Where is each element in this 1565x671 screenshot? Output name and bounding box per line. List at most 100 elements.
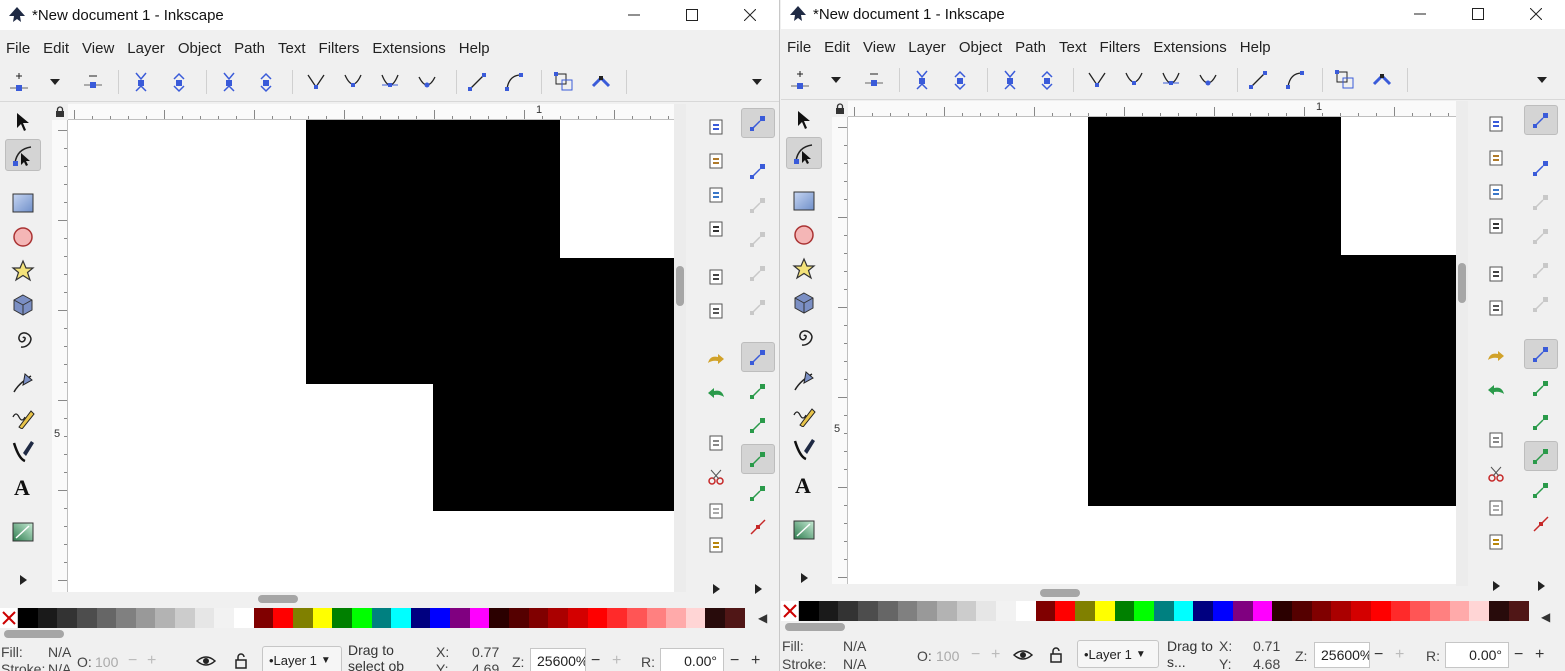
- segment-line-icon[interactable]: [466, 71, 488, 93]
- snap-path-icon[interactable]: [741, 376, 775, 406]
- color-swatch[interactable]: [1489, 601, 1509, 621]
- pencil-icon[interactable]: [5, 401, 41, 433]
- palette-scrollbar[interactable]: [0, 629, 760, 639]
- node-smooth-icon[interactable]: [342, 71, 364, 93]
- snap-path-icon[interactable]: [1524, 373, 1558, 403]
- horizontal-scroll-thumb[interactable]: [1040, 589, 1080, 597]
- redo-icon[interactable]: [703, 382, 729, 408]
- ellipse-icon[interactable]: [786, 219, 822, 251]
- shape-right[interactable]: [1338, 255, 1456, 506]
- layer-selector[interactable]: •Layer 1 ▼: [1077, 640, 1159, 668]
- color-swatch[interactable]: [37, 608, 58, 628]
- color-swatch[interactable]: [1015, 601, 1036, 621]
- undo-icon[interactable]: [1483, 345, 1509, 371]
- menu-help[interactable]: Help: [1234, 39, 1278, 56]
- snapbar-overflow-icon[interactable]: [1524, 571, 1558, 601]
- menu-extensions[interactable]: Extensions: [366, 40, 452, 57]
- copy-icon[interactable]: [1483, 427, 1509, 453]
- color-swatch[interactable]: [214, 608, 235, 628]
- color-swatch[interactable]: [234, 608, 254, 628]
- gradient-icon[interactable]: [786, 514, 822, 546]
- snap-bbox-midpoint-icon[interactable]: [741, 258, 775, 288]
- object-to-path-icon[interactable]: [1334, 69, 1356, 91]
- redo-icon[interactable]: [1483, 379, 1509, 405]
- break-path-icon[interactable]: [949, 69, 971, 91]
- node-symmetric-icon[interactable]: [379, 71, 401, 93]
- color-swatch[interactable]: [685, 608, 706, 628]
- color-swatch[interactable]: [450, 608, 470, 628]
- snap-bbox-edge-icon[interactable]: [1524, 187, 1558, 217]
- minimize-button[interactable]: [605, 0, 663, 30]
- snap-cusp-node-icon[interactable]: [741, 444, 775, 474]
- vertical-scrollbar[interactable]: [674, 104, 686, 592]
- menu-layer[interactable]: Layer: [121, 40, 172, 57]
- star-icon[interactable]: [786, 253, 822, 285]
- opacity-increment-button[interactable]: +: [147, 652, 156, 670]
- color-swatch[interactable]: [607, 608, 627, 628]
- rotation-decrement-button[interactable]: −: [1514, 646, 1523, 664]
- selector-icon[interactable]: [5, 106, 41, 138]
- horizontal-scrollbar[interactable]: [848, 586, 1456, 600]
- color-swatch[interactable]: [430, 608, 451, 628]
- snapbar-overflow-icon[interactable]: [741, 574, 775, 604]
- color-swatch[interactable]: [799, 601, 819, 621]
- node-auto-icon[interactable]: [416, 71, 438, 93]
- join-segment-icon[interactable]: [218, 71, 240, 93]
- import-icon[interactable]: [703, 264, 729, 290]
- toolbox-overflow-icon[interactable]: [5, 568, 41, 592]
- node-cusp-icon[interactable]: [1086, 69, 1108, 91]
- node-smooth-icon[interactable]: [1123, 69, 1145, 91]
- shape-top[interactable]: [1088, 117, 1341, 506]
- color-swatch[interactable]: [1430, 601, 1450, 621]
- color-swatch[interactable]: [469, 608, 490, 628]
- star-icon[interactable]: [5, 255, 41, 287]
- new-document-icon[interactable]: [1483, 111, 1509, 137]
- sidebar-overflow-icon[interactable]: [703, 576, 729, 602]
- snap-smooth-node-icon[interactable]: [741, 478, 775, 508]
- menu-text[interactable]: Text: [1053, 39, 1094, 56]
- stroke-value[interactable]: N/A: [48, 661, 71, 671]
- color-swatch[interactable]: [273, 608, 293, 628]
- ellipse-icon[interactable]: [5, 221, 41, 253]
- toolbar-overflow-icon[interactable]: [1531, 69, 1553, 91]
- color-swatch[interactable]: [18, 608, 38, 628]
- drawing-canvas[interactable]: [68, 120, 674, 592]
- color-swatch[interactable]: [391, 608, 411, 628]
- node-auto-icon[interactable]: [1197, 69, 1219, 91]
- color-swatch[interactable]: [858, 601, 878, 621]
- zoom-decrement-button[interactable]: −: [591, 652, 600, 670]
- maximize-button[interactable]: [663, 0, 721, 30]
- color-swatch[interactable]: [1311, 601, 1332, 621]
- snap-bbox-icon[interactable]: [1524, 153, 1558, 183]
- menu-layer[interactable]: Layer: [902, 39, 953, 56]
- palette-scroll-thumb[interactable]: [4, 630, 64, 638]
- sidebar-overflow-icon[interactable]: [1483, 573, 1509, 599]
- lock-guides-icon[interactable]: [832, 101, 848, 117]
- color-swatch[interactable]: [1153, 601, 1174, 621]
- color-swatch[interactable]: [96, 608, 117, 628]
- zoom-increment-button[interactable]: +: [1395, 646, 1404, 664]
- color-swatch[interactable]: [646, 608, 667, 628]
- rectangle-icon[interactable]: [786, 185, 822, 217]
- minimize-button[interactable]: [1391, 0, 1449, 29]
- text-icon[interactable]: A: [5, 470, 41, 502]
- delete-node-icon[interactable]: [863, 69, 885, 91]
- color-swatch[interactable]: [567, 608, 588, 628]
- color-swatch[interactable]: [725, 608, 745, 628]
- rectangle-icon[interactable]: [5, 187, 41, 219]
- color-swatch[interactable]: [371, 608, 392, 628]
- color-swatch[interactable]: [1390, 601, 1411, 621]
- shape-right[interactable]: [433, 258, 674, 511]
- menu-object[interactable]: Object: [953, 39, 1009, 56]
- snap-midpoint-icon[interactable]: [741, 512, 775, 542]
- menu-path[interactable]: Path: [228, 40, 272, 57]
- close-button[interactable]: [1507, 0, 1565, 29]
- color-swatch[interactable]: [1252, 601, 1273, 621]
- color-swatch[interactable]: [528, 608, 549, 628]
- color-swatch[interactable]: [1134, 601, 1154, 621]
- color-swatch[interactable]: [1094, 601, 1115, 621]
- color-swatch[interactable]: [1055, 601, 1076, 621]
- snap-nodes-icon[interactable]: [741, 342, 775, 372]
- vertical-scrollbar[interactable]: [1456, 101, 1468, 586]
- undo-icon[interactable]: [703, 348, 729, 374]
